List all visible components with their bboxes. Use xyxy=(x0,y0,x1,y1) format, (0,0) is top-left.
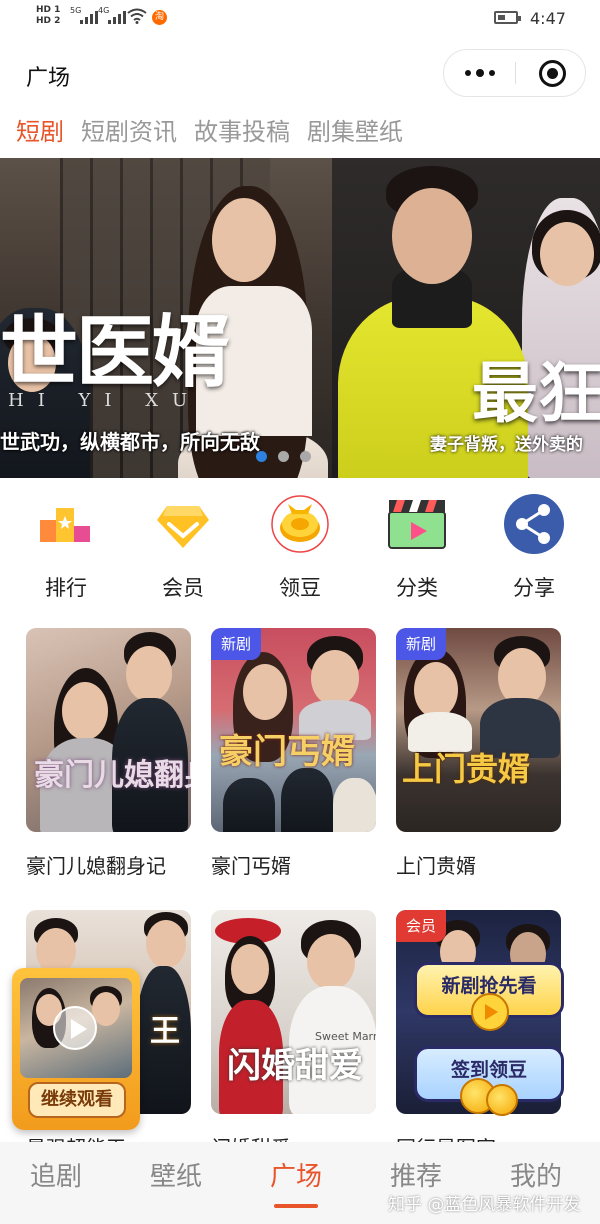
drama-card[interactable]: 豪门丐婿 新剧 豪门丐婿 xyxy=(211,628,376,879)
banner-carousel[interactable]: 世医婿 HI YI XU 世武功，纵横都市，所向无敌 最狂 妻子背叛，送外卖的 xyxy=(0,158,600,478)
sim2-label: HD 2 xyxy=(36,16,61,26)
drama-card[interactable]: 会员 同行是冤家 xyxy=(396,910,561,1161)
drama-card[interactable]: 闪婚甜爱 Sweet Marriage 闪婚甜爱 xyxy=(211,910,376,1161)
taobao-notification-icon: 淘 xyxy=(152,10,167,25)
net1-label: 5G xyxy=(70,6,82,15)
continue-watching-widget[interactable]: 继续观看 xyxy=(12,968,140,1130)
sim-labels: HD 1 HD 2 xyxy=(36,5,60,27)
continue-watching-thumbnail xyxy=(20,978,132,1078)
tab-short-drama[interactable]: 短剧 xyxy=(16,112,64,164)
drama-poster[interactable]: 上门贵婿 新剧 xyxy=(396,628,561,832)
close-miniprogram-button[interactable] xyxy=(516,50,586,96)
poster-title: 上门贵婿 xyxy=(402,750,531,788)
carousel-dot-active[interactable] xyxy=(256,451,267,462)
nav-wallpaper[interactable]: 壁纸 xyxy=(150,1156,202,1193)
poster-subtitle: Sweet Marriage xyxy=(315,1030,376,1043)
menu-label-share: 分享 xyxy=(513,576,555,600)
menu-label-ranking: 排行 xyxy=(45,576,87,600)
checkin-label: 签到领豆 xyxy=(450,1059,527,1081)
coin-icon xyxy=(486,1084,518,1116)
top-tab-bar: 短剧 短剧资讯 故事投稿 剧集壁纸 xyxy=(16,112,403,164)
status-bar: HD 1 HD 2 5G 4G 淘 4:47 xyxy=(0,0,600,38)
banner-subtitle-2: 妻子背叛，送外卖的 xyxy=(430,435,583,455)
menu-item-collect-beans[interactable]: 领豆 xyxy=(255,494,345,602)
category-clapper-icon xyxy=(388,500,446,549)
page-title: 广场 xyxy=(26,66,71,91)
tab-drama-wallpaper[interactable]: 剧集壁纸 xyxy=(307,112,403,158)
poster-title: 王 xyxy=(150,1014,180,1049)
drama-title: 上门贵婿 xyxy=(396,854,476,878)
banner-slide-2[interactable]: 最狂 妻子背叛，送外卖的 xyxy=(332,158,600,478)
signal-icon: 5G xyxy=(70,6,98,24)
tab-story-submission[interactable]: 故事投稿 xyxy=(194,112,290,158)
poster-title: 闪婚甜爱 xyxy=(227,1046,363,1086)
banner-subtitle-1: 世武功，纵横都市，所向无敌 xyxy=(0,430,260,454)
carousel-indicator xyxy=(256,451,311,462)
sim1-label: HD 1 xyxy=(36,5,61,15)
carousel-dot[interactable] xyxy=(300,451,311,462)
new-drama-badge: 新剧 xyxy=(396,628,447,660)
banner-pinyin-1: HI YI XU xyxy=(8,390,202,411)
menu-label-collect-beans: 领豆 xyxy=(279,576,321,600)
signal-icon-2: 4G xyxy=(98,6,126,24)
drama-title: 豪门丐婿 xyxy=(211,854,291,878)
drama-poster[interactable]: 豪门丐婿 新剧 xyxy=(211,628,376,832)
status-time: 4:47 xyxy=(530,9,566,28)
drama-poster[interactable]: 豪门儿媳翻身记 xyxy=(26,628,191,832)
share-icon xyxy=(504,494,564,554)
vip-badge: 会员 xyxy=(396,910,447,942)
play-coin-icon xyxy=(471,993,509,1031)
drama-title: 豪门儿媳翻身记 xyxy=(26,854,166,878)
drama-poster[interactable]: 闪婚甜爱 Sweet Marriage xyxy=(211,910,376,1114)
menu-label-category: 分类 xyxy=(396,576,438,600)
vip-diamond-icon xyxy=(157,506,209,548)
menu-item-vip[interactable]: 会员 xyxy=(138,494,228,602)
banner-title-2: 最狂 xyxy=(472,354,600,432)
play-icon xyxy=(53,1006,97,1050)
coin-bean-icon xyxy=(271,495,329,553)
continue-watching-button[interactable]: 继续观看 xyxy=(28,1082,126,1118)
ranking-icon xyxy=(40,508,90,542)
menu-item-share[interactable]: 分享 xyxy=(489,494,579,602)
quick-menu: 排行 会员 领豆 分类 分享 xyxy=(0,494,600,604)
drama-card[interactable]: 上门贵婿 新剧 上门贵婿 xyxy=(396,628,561,879)
battery-icon xyxy=(494,11,521,24)
wifi-icon xyxy=(127,8,147,24)
nav-plaza[interactable]: 广场 xyxy=(270,1156,322,1208)
menu-item-ranking[interactable]: 排行 xyxy=(21,494,111,602)
menu-item-category[interactable]: 分类 xyxy=(372,494,462,602)
carousel-dot[interactable] xyxy=(278,451,289,462)
poster-title: 豪门丐婿 xyxy=(219,732,355,772)
poster-title: 豪门儿媳翻身记 xyxy=(34,758,191,793)
nav-mine[interactable]: 我的 xyxy=(510,1156,562,1193)
tab-drama-news[interactable]: 短剧资讯 xyxy=(81,112,177,158)
menu-label-vip: 会员 xyxy=(162,576,204,600)
new-drama-badge: 新剧 xyxy=(211,628,262,660)
drama-card[interactable]: 豪门儿媳翻身记 豪门儿媳翻身记 xyxy=(26,628,191,879)
nav-follow-drama[interactable]: 追剧 xyxy=(30,1156,82,1193)
net2-label: 4G xyxy=(98,6,110,15)
banner-slide-1[interactable]: 世医婿 HI YI XU 世武功，纵横都市，所向无敌 xyxy=(0,158,332,478)
watermark: 知乎 @蓝色风暴软件开发 xyxy=(388,1195,581,1215)
more-options-button[interactable] xyxy=(444,50,515,96)
title-bar: 广场 xyxy=(0,44,600,104)
banner-title-1: 世医婿 xyxy=(0,307,230,398)
miniprogram-capsule xyxy=(443,49,586,97)
nav-recommend[interactable]: 推荐 xyxy=(390,1156,442,1193)
app-screen: HD 1 HD 2 5G 4G 淘 4:47 广场 短剧 短剧资讯 故事投稿 剧… xyxy=(0,0,600,1224)
